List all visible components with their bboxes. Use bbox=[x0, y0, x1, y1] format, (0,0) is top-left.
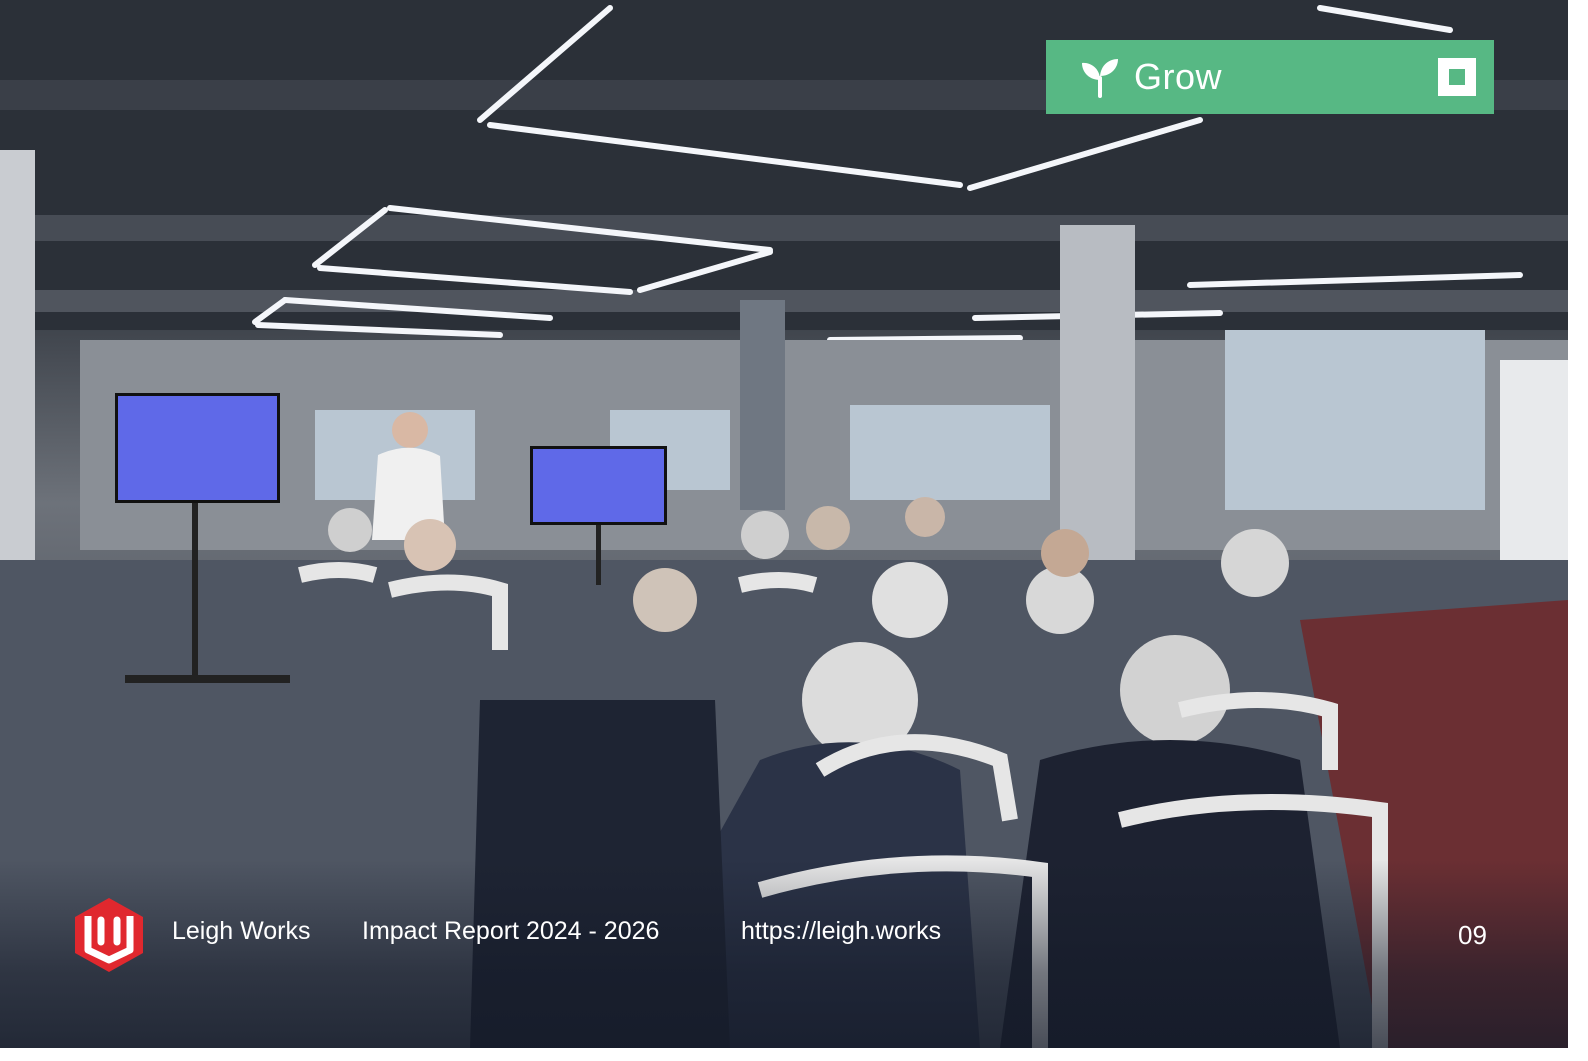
footer-shade bbox=[0, 860, 1568, 1048]
page-number: 09 bbox=[1458, 920, 1487, 950]
section-label: Grow bbox=[1134, 56, 1223, 97]
tv-screen-right bbox=[533, 449, 664, 522]
footer-url-link[interactable]: https://leigh.works bbox=[741, 917, 941, 946]
square-icon bbox=[1449, 69, 1465, 85]
background-photo bbox=[0, 0, 1568, 1048]
footer-organization: Leigh Works bbox=[172, 917, 311, 945]
presenter bbox=[392, 412, 428, 448]
sprout-icon bbox=[1082, 59, 1118, 98]
footer-report-title: Impact Report 2024 - 2026 bbox=[362, 917, 660, 945]
leigh-works-logo bbox=[75, 898, 143, 972]
section-toggle-button[interactable] bbox=[1438, 58, 1476, 96]
tv-screen-left bbox=[118, 396, 277, 500]
grow-badge: Grow bbox=[1046, 40, 1494, 114]
